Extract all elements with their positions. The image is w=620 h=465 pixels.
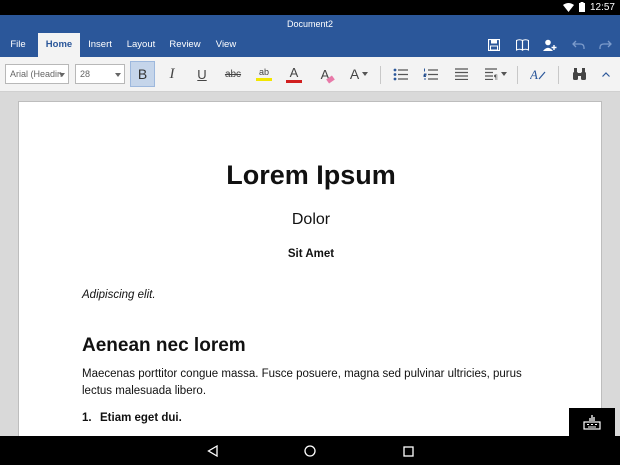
svg-text:¶: ¶ bbox=[493, 74, 497, 81]
list-item-number: 1. bbox=[82, 412, 92, 424]
font-color-swatch bbox=[286, 79, 302, 83]
doc-title[interactable]: Lorem Ipsum bbox=[19, 160, 603, 191]
underline-button[interactable]: U bbox=[190, 62, 214, 86]
clear-formatting-button[interactable]: A bbox=[313, 62, 337, 86]
document-title: Document2 bbox=[286, 19, 334, 29]
android-nav-bar bbox=[0, 436, 620, 465]
home-toolbar: Arial (Headin 28 B I U abc ab A A A ¶ A bbox=[0, 57, 620, 92]
align-left-icon bbox=[454, 68, 468, 80]
ribbon-tab-bar: File Home Insert Layout Review View bbox=[0, 33, 620, 57]
chevron-up-icon bbox=[602, 71, 610, 77]
align-button[interactable] bbox=[449, 62, 473, 86]
find-button[interactable] bbox=[567, 62, 591, 86]
bold-icon: B bbox=[137, 66, 148, 82]
chevron-down-icon bbox=[115, 73, 121, 77]
styles-button[interactable]: A bbox=[526, 62, 550, 86]
highlight-color-swatch bbox=[256, 78, 272, 81]
bullet-list-icon bbox=[393, 68, 408, 80]
paragraph-options-button[interactable]: ¶ bbox=[480, 62, 510, 86]
clear-formatting-icon: A bbox=[321, 67, 336, 84]
underline-icon: U bbox=[197, 66, 207, 82]
doc-heading1[interactable]: Aenean nec lorem bbox=[82, 335, 246, 357]
chevron-down-icon bbox=[500, 72, 507, 76]
tab-home[interactable]: Home bbox=[38, 33, 80, 57]
italic-icon: I bbox=[169, 65, 175, 82]
italic-button[interactable]: I bbox=[160, 62, 184, 86]
keyboard-hand-icon bbox=[583, 415, 601, 430]
font-size-value: 28 bbox=[80, 69, 91, 79]
doc-list-item[interactable]: 1. Etiam eget dui. bbox=[82, 412, 182, 424]
bold-button[interactable]: B bbox=[130, 61, 155, 87]
font-size-change-button[interactable]: A bbox=[344, 62, 374, 86]
tab-layout[interactable]: Layout bbox=[124, 33, 158, 57]
recents-square-icon bbox=[402, 445, 414, 457]
home-button[interactable] bbox=[300, 441, 320, 461]
font-color-icon: A bbox=[289, 64, 299, 80]
share-person-icon[interactable] bbox=[542, 37, 558, 53]
undo-icon[interactable] bbox=[570, 37, 586, 53]
back-button[interactable] bbox=[202, 441, 222, 461]
back-triangle-icon bbox=[206, 445, 218, 457]
font-size-dropdown[interactable]: 28 bbox=[75, 64, 125, 84]
paragraph-marks-icon: ¶ bbox=[484, 68, 497, 81]
status-time: 12:57 bbox=[589, 2, 615, 13]
strikethrough-icon: abc bbox=[224, 68, 242, 80]
bullets-button[interactable] bbox=[389, 62, 413, 86]
status-bar: 12:57 bbox=[0, 0, 620, 15]
binoculars-icon bbox=[572, 68, 586, 80]
tab-file[interactable]: File bbox=[4, 33, 32, 57]
toolbar-divider bbox=[558, 66, 559, 84]
doc-body-paragraph[interactable]: Maecenas porttitor congue massa. Fusce p… bbox=[82, 366, 542, 400]
doc-subtitle[interactable]: Dolor bbox=[19, 211, 603, 229]
tab-review[interactable]: Review bbox=[168, 33, 202, 57]
numbering-button[interactable] bbox=[419, 62, 443, 86]
grow-font-icon: A bbox=[349, 66, 360, 82]
toolbar-divider bbox=[380, 66, 381, 84]
highlight-button[interactable]: ab bbox=[252, 62, 276, 86]
recents-button[interactable] bbox=[398, 441, 418, 461]
toolbar-divider bbox=[517, 66, 518, 84]
chevron-down-icon bbox=[59, 73, 65, 77]
chevron-down-icon bbox=[362, 72, 369, 76]
doc-italic-line[interactable]: Adipiscing elit. bbox=[82, 289, 156, 301]
highlighter-icon: ab bbox=[258, 67, 269, 77]
styles-icon: A bbox=[530, 67, 546, 81]
collapse-ribbon-button[interactable] bbox=[596, 62, 616, 86]
keyboard-toggle-button[interactable] bbox=[569, 408, 615, 436]
strikethrough-button[interactable]: abc bbox=[221, 62, 245, 86]
document-page[interactable]: Lorem Ipsum Dolor Sit Amet Adipiscing el… bbox=[18, 101, 602, 436]
svg-text:A: A bbox=[530, 67, 538, 81]
font-color-button[interactable]: A bbox=[282, 62, 306, 86]
doc-small-heading[interactable]: Sit Amet bbox=[19, 248, 603, 260]
word-app-screen: 12:57 Document2 File Home Insert Layout … bbox=[0, 0, 620, 465]
font-name-dropdown[interactable]: Arial (Headin bbox=[5, 64, 69, 84]
status-icons: 12:57 bbox=[562, 1, 615, 14]
tab-insert[interactable]: Insert bbox=[84, 33, 116, 57]
redo-icon[interactable] bbox=[597, 37, 613, 53]
document-title-bar: Document2 bbox=[0, 15, 620, 33]
document-canvas[interactable]: Lorem Ipsum Dolor Sit Amet Adipiscing el… bbox=[0, 92, 620, 436]
save-icon[interactable] bbox=[486, 37, 502, 53]
home-circle-icon bbox=[304, 445, 316, 457]
read-mode-icon[interactable] bbox=[514, 37, 530, 53]
list-item-text: Etiam eget dui. bbox=[100, 412, 182, 424]
font-name-value: Arial (Headin bbox=[10, 69, 63, 79]
numbered-list-icon bbox=[423, 68, 438, 80]
tab-view[interactable]: View bbox=[212, 33, 240, 57]
